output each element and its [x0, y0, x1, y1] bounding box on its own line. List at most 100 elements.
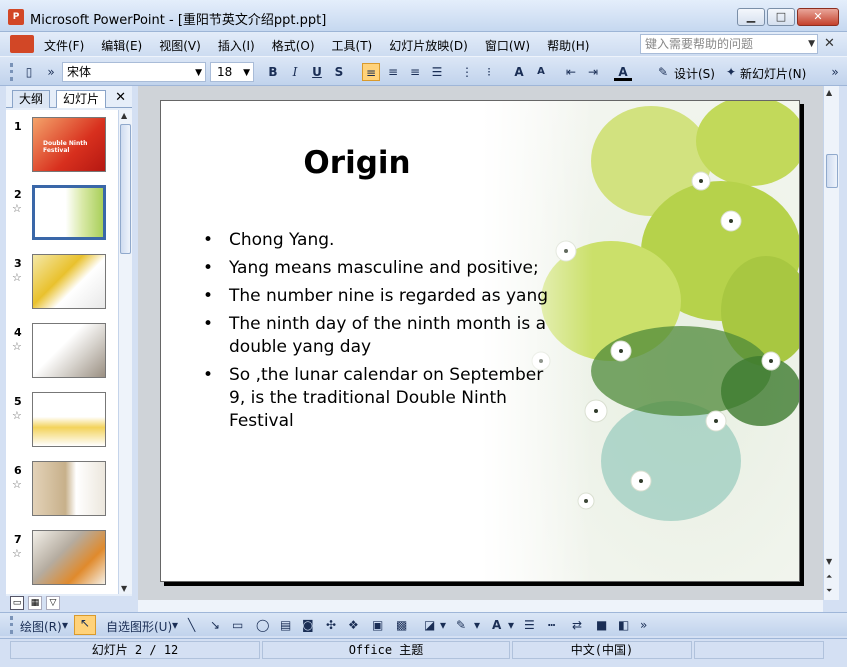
menu-insert[interactable]: 插入(I): [218, 37, 255, 54]
slide-thumbnail-4[interactable]: 4 ☆: [6, 320, 118, 380]
picture-icon[interactable]: ▣: [372, 618, 383, 632]
thumbnail-image[interactable]: Double Ninth Festival: [32, 117, 106, 172]
line-icon[interactable]: ╲: [188, 618, 195, 632]
chevron-down-icon[interactable]: ▾: [508, 618, 514, 632]
toolbar-options-icon[interactable]: »: [42, 63, 60, 81]
chevron-down-icon[interactable]: ▾: [172, 618, 178, 632]
menu-view[interactable]: 视图(V): [159, 37, 201, 54]
align-right-icon[interactable]: ≡: [406, 63, 424, 81]
minimize-button[interactable]: ▁: [737, 8, 765, 26]
align-left-icon[interactable]: ≡: [362, 63, 380, 81]
chevron-down-icon[interactable]: ▾: [440, 618, 446, 632]
numbered-list-icon[interactable]: ⋮: [458, 63, 476, 81]
chevron-down-icon[interactable]: ▼: [808, 35, 815, 53]
close-button[interactable]: ✕: [797, 8, 839, 26]
justify-icon[interactable]: ☰: [428, 63, 446, 81]
slide-thumbnail-1[interactable]: 1 Double Ninth Festival: [6, 114, 118, 174]
document-close-icon[interactable]: ✕: [824, 36, 835, 51]
previous-slide-icon[interactable]: ⏶: [826, 572, 832, 582]
bold-button[interactable]: B: [264, 63, 282, 81]
line-style-icon[interactable]: ☰: [524, 618, 535, 632]
slideshow-icon[interactable]: ▽: [46, 596, 60, 610]
chevron-down-icon[interactable]: ▼: [195, 64, 202, 82]
increase-font-icon[interactable]: A: [510, 63, 528, 81]
3d-style-icon[interactable]: ◧: [618, 618, 629, 632]
font-size-select[interactable]: 18 ▼: [210, 62, 254, 82]
diagram-icon[interactable]: ✣: [326, 618, 336, 632]
scroll-up-icon[interactable]: ▲: [826, 88, 832, 97]
menu-slideshow[interactable]: 幻灯片放映(D): [389, 37, 468, 54]
chevron-down-icon[interactable]: ▾: [474, 618, 480, 632]
bullet-list-icon[interactable]: ⁝: [480, 63, 498, 81]
clipart-icon[interactable]: ❖: [348, 618, 359, 632]
slide-thumbnail-2[interactable]: 2 ☆: [6, 182, 118, 242]
design-button[interactable]: 设计(S): [674, 65, 715, 82]
toolbar-grip[interactable]: [10, 616, 13, 634]
thumbnail-image[interactable]: [32, 392, 106, 447]
oval-icon[interactable]: ◯: [256, 618, 269, 632]
insert-image-icon[interactable]: ▩: [396, 618, 407, 632]
next-slide-icon[interactable]: ⏷: [826, 586, 832, 596]
toolbar-grip[interactable]: [10, 63, 13, 81]
normal-view-icon[interactable]: ▭: [10, 596, 24, 610]
chevron-down-icon[interactable]: ▾: [62, 618, 68, 632]
menu-help[interactable]: 帮助(H): [547, 37, 589, 54]
shadow-button[interactable]: S: [330, 63, 348, 81]
font-name-select[interactable]: 宋体 ▼: [62, 62, 206, 82]
editor-horizontal-scrollbar[interactable]: [138, 600, 823, 612]
arrow-style-icon[interactable]: ⇄: [572, 618, 582, 632]
editor-vertical-scrollbar[interactable]: ▲ ▼ ⏶ ⏷: [823, 86, 839, 600]
slide-bullet-list[interactable]: Chong Yang. Yang means masculine and pos…: [203, 229, 553, 438]
new-slide-button[interactable]: 新幻灯片(N): [740, 65, 806, 82]
close-icon[interactable]: ✕: [115, 90, 126, 105]
new-slide-icon[interactable]: ✦: [722, 63, 740, 81]
toolbar-options-icon[interactable]: »: [640, 618, 647, 632]
tab-slides[interactable]: 幻灯片: [56, 90, 107, 108]
menu-format[interactable]: 格式(O): [272, 37, 315, 54]
dash-style-icon[interactable]: ┅: [548, 618, 555, 632]
italic-button[interactable]: I: [286, 63, 304, 81]
rectangle-icon[interactable]: ▭: [232, 618, 243, 632]
slide-thumbnail-6[interactable]: 6 ☆: [6, 458, 118, 518]
thumbnail-image[interactable]: [32, 323, 106, 378]
select-pointer-icon[interactable]: ↖: [74, 615, 96, 635]
line-color-icon[interactable]: ✎: [456, 618, 466, 632]
fill-color-icon[interactable]: ◪: [424, 618, 435, 632]
slide-thumbnail-3[interactable]: 3 ☆: [6, 251, 118, 311]
thumbnail-image[interactable]: [32, 461, 106, 516]
wordart-icon[interactable]: ◙: [302, 618, 314, 632]
new-document-icon[interactable]: ▯: [20, 63, 38, 81]
scrollbar-thumb[interactable]: [120, 124, 131, 254]
autoshape-menu-button[interactable]: 自选图形(U): [106, 618, 172, 635]
slide-thumbnail-5[interactable]: 5 ☆: [6, 389, 118, 449]
document-icon[interactable]: [10, 35, 34, 53]
design-icon[interactable]: ✎: [654, 63, 672, 81]
menu-tools[interactable]: 工具(T): [332, 37, 373, 54]
font-color-icon[interactable]: A: [492, 618, 501, 632]
toolbar-options-icon-right[interactable]: »: [826, 63, 844, 81]
decrease-indent-icon[interactable]: ⇤: [562, 63, 580, 81]
scroll-down-icon[interactable]: ▼: [826, 557, 832, 566]
underline-button[interactable]: U: [308, 63, 326, 81]
shadow-style-icon[interactable]: ■: [596, 618, 607, 632]
decrease-font-icon[interactable]: A: [532, 63, 550, 81]
current-slide[interactable]: Origin Chong Yang. Yang means masculine …: [160, 100, 800, 582]
slide-title[interactable]: Origin: [281, 145, 433, 181]
thumbnail-image[interactable]: [32, 530, 106, 585]
thumbnails-scrollbar[interactable]: ▲ ▼: [118, 110, 132, 594]
tab-outline[interactable]: 大纲: [12, 90, 51, 108]
slide-thumbnail-7[interactable]: 7 ☆: [6, 527, 118, 587]
textbox-icon[interactable]: ▤: [280, 618, 291, 632]
arrow-icon[interactable]: ↘: [210, 618, 220, 632]
scroll-up-icon[interactable]: ▲: [121, 111, 127, 120]
scrollbar-thumb[interactable]: [826, 154, 838, 188]
font-color-icon[interactable]: A: [614, 63, 632, 81]
maximize-button[interactable]: □: [767, 8, 795, 26]
menu-file[interactable]: 文件(F): [44, 37, 84, 54]
thumbnail-image[interactable]: [32, 185, 106, 240]
help-search-input[interactable]: 键入需要帮助的问题 ▼: [640, 34, 818, 54]
thumbnail-image[interactable]: [32, 254, 106, 309]
powerpoint-icon[interactable]: P: [8, 9, 24, 25]
draw-menu-button[interactable]: 绘图(R): [20, 618, 62, 635]
chevron-down-icon[interactable]: ▼: [243, 64, 250, 82]
